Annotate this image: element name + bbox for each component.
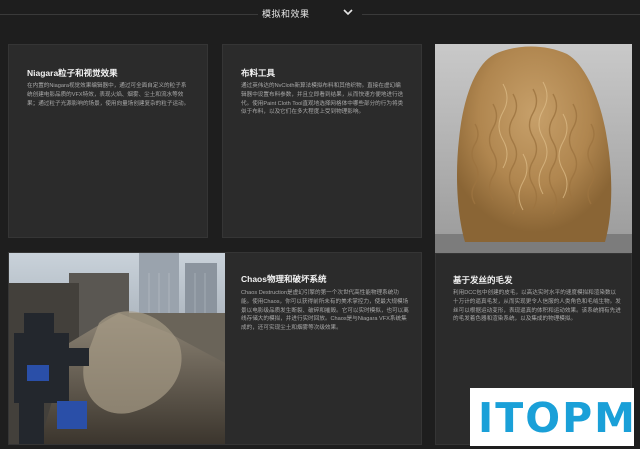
feature-card-cloth: 布料工具 通过英伟达的NvCloth新算法模拟布料和其他织物。直接在虚幻编辑器中… [222,44,422,238]
hair-render-image [435,44,632,253]
card-title: Niagara粒子和视觉效果 [27,68,118,78]
watermark-text: ITOPM [478,394,637,442]
hair-image-card [435,44,632,253]
header-divider-left [0,14,258,15]
itopm-watermark-logo: ITOPM [470,388,637,446]
card-description: 在内置的Niagara视觉效果编辑器中，通过可全面自定义的粒子系统创建电影品质的… [27,83,190,107]
feature-card-niagara: Niagara粒子和视觉效果 在内置的Niagara视觉效果编辑器中，通过可全面… [8,44,208,238]
card-title: 基于发丝的毛发 [453,275,513,285]
card-description: 利用DCC包中创建的皮毛，以高达实时水平的速度模拟和渲染数以十万计的逼真毛发，从… [453,290,621,323]
card-description: Chaos Destruction是虚幻引擎的第一个次世代高性能物理系统功能。使… [241,290,409,332]
feature-card-chaos: Chaos物理和破坏系统 Chaos Destruction是虚幻引擎的第一个次… [8,252,422,445]
card-title: Chaos物理和破坏系统 [241,274,327,284]
card-title: 布料工具 [241,68,276,78]
section-header: 模拟和效果 [0,0,640,30]
section-title: 模拟和效果 [262,9,310,19]
chevron-down-icon[interactable] [341,6,355,18]
chaos-destruction-image [9,253,225,444]
card-description: 通过英伟达的NvCloth新算法模拟布料和其他织物。直接在虚幻编辑器中设置布料参… [241,83,404,116]
header-divider-right [362,14,640,15]
